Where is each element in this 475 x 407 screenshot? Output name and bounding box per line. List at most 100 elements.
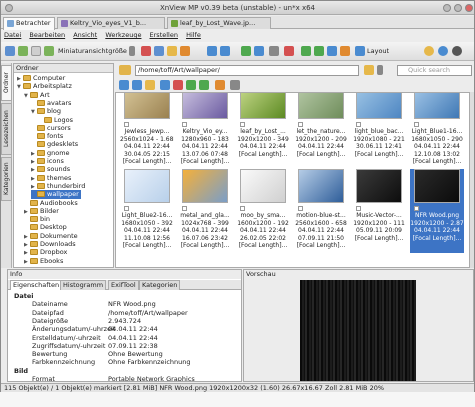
forward-icon[interactable] [132, 80, 142, 90]
select-checkbox[interactable] [356, 122, 361, 127]
path-input[interactable]: /home/toff/Art/wallpaper/ [135, 65, 359, 76]
thumbnail-size-label[interactable]: Miniaturansichtgröße [58, 47, 127, 55]
thumbnail-item[interactable]: Light_Blue1-16... 1680x1050 - 290 04.04.11… [410, 93, 464, 169]
thumbnail-image[interactable] [124, 93, 170, 119]
thumbnail-image[interactable] [356, 93, 402, 119]
thumbnail-item[interactable]: metal_and_gla... 1024x768 - 399 04.04.11 2… [178, 169, 232, 253]
select-checkbox[interactable] [414, 122, 419, 127]
refresh-icon[interactable] [18, 46, 28, 56]
tab-exiftool[interactable]: ExifTool [108, 280, 139, 290]
info-icon[interactable] [452, 46, 462, 56]
compare-icon[interactable] [327, 46, 337, 56]
quick-search-input[interactable]: Quick search [397, 65, 472, 76]
thumbnail-item[interactable]: light_blue_bac... 1920x1080 - 221 30.06.11… [352, 93, 406, 169]
select-checkbox[interactable] [356, 206, 361, 211]
rating-icon[interactable] [215, 80, 225, 90]
thumbnail-item[interactable]: motion-blue-st... 2560x1600 - 658 04.04.11… [294, 169, 348, 253]
select-checkbox[interactable] [298, 122, 303, 127]
sort-icon[interactable] [154, 46, 164, 56]
thumbnail-item[interactable]: moo_by_sma... 1600x1200 - 192 04.04.11 22:… [236, 169, 290, 253]
thumbnail-image[interactable] [298, 169, 344, 203]
dropdown-icon[interactable] [129, 46, 135, 56]
menu-werkzeuge[interactable]: Werkzeuge [105, 31, 141, 39]
convert-icon[interactable] [241, 46, 251, 56]
select-checkbox[interactable] [124, 206, 129, 211]
fullscreen-icon[interactable] [180, 46, 190, 56]
select-checkbox[interactable] [240, 122, 245, 127]
label-icon[interactable] [199, 80, 209, 90]
thumbnail-image[interactable] [124, 169, 170, 203]
thumbnail-item[interactable]: let_the_nature... 1920x1200 - 209 04.04.11… [294, 93, 348, 169]
tab-keltry[interactable]: Keltry_Vio_eyes_V1_b... [57, 17, 165, 29]
thumbnail-image[interactable] [240, 169, 286, 203]
open-with-icon[interactable] [301, 46, 311, 56]
copy-icon[interactable] [160, 80, 170, 90]
folder-icon[interactable] [119, 65, 131, 75]
tag-icon[interactable] [186, 80, 196, 90]
settings-icon[interactable] [438, 46, 448, 56]
thumbnail-item[interactable]: NFR Wood.png 1920x1200 - 2.87 04.04.11 22:… [410, 169, 464, 253]
toolbar: Miniaturansichtgröße Layout [1, 42, 474, 61]
layout-button[interactable]: Layout [367, 47, 389, 55]
menu-hilfe[interactable]: Hilfe [186, 31, 201, 39]
tab-kategorien[interactable]: Kategorien [139, 280, 181, 290]
back-icon[interactable] [119, 80, 129, 90]
side-tab-lesezeichen[interactable]: Lesezeichen [1, 103, 12, 155]
filter-icon[interactable] [141, 46, 151, 56]
print-icon[interactable] [269, 46, 279, 56]
tab-leaf[interactable]: leaf_by_Lost_Wave.jp... [167, 17, 271, 29]
rotate-left-icon[interactable] [207, 46, 217, 56]
side-tab-ordner[interactable]: Ordner [1, 65, 12, 101]
preview-image[interactable] [300, 280, 416, 381]
tag-icon[interactable] [44, 46, 54, 56]
menu-bearbeiten[interactable]: Bearbeiten [29, 31, 65, 39]
capture-icon[interactable] [355, 46, 365, 56]
select-icon[interactable] [230, 80, 240, 90]
maximize-icon[interactable] [454, 4, 462, 12]
thumbnail-item[interactable]: Music-Vector-... 1920x1200 - 111 05.09.11 … [352, 169, 406, 253]
minimize-icon[interactable] [443, 4, 451, 12]
thumbnail-image[interactable] [414, 169, 460, 203]
folder-label: fonts [47, 132, 64, 141]
share-icon[interactable] [314, 46, 324, 56]
help-icon[interactable] [424, 46, 434, 56]
thumbnail-item[interactable]: leaf_by_Lost_... 1920x1200 - 349 04.04.11 … [236, 93, 290, 169]
window-menu-icon[interactable] [5, 4, 13, 12]
history-dropdown-icon[interactable] [377, 65, 383, 75]
thumbnail-item[interactable]: Jewless_Jewp... 2560x1024 - 1.68M 04.04.11… [120, 93, 174, 169]
delete-icon[interactable] [284, 46, 294, 56]
thumbnail-image[interactable] [182, 93, 228, 119]
rotate-right-icon[interactable] [220, 46, 230, 56]
select-checkbox[interactable] [414, 206, 419, 211]
move-icon[interactable] [173, 80, 183, 90]
close-icon[interactable] [465, 4, 473, 12]
side-tab-kategorien[interactable]: Kategorien [1, 157, 12, 201]
thumbnail-image[interactable] [356, 169, 402, 203]
thumbnail-scrollbar[interactable] [470, 92, 474, 268]
parent-folder-icon[interactable] [145, 80, 155, 90]
tab-eigenschaften[interactable]: Eigenschaften [10, 280, 63, 290]
batch-icon[interactable] [254, 46, 264, 56]
slideshow-icon[interactable] [167, 46, 177, 56]
select-checkbox[interactable] [240, 206, 245, 211]
select-checkbox[interactable] [182, 122, 187, 127]
thumbnail-item[interactable]: Keltry_Vio_ey... 1280x960 - 183 04.04.11 2… [178, 93, 232, 169]
browser-mode-icon[interactable] [5, 46, 15, 56]
folder-tree-item[interactable]: ▶ Ebooks [24, 257, 63, 266]
menu-erstellen[interactable]: Erstellen [150, 31, 178, 39]
tab-histogramm[interactable]: Histogramm [60, 280, 107, 290]
thumbnail-item[interactable]: Light_Blue2-16... 1680x1050 - 392 04.04.11… [120, 169, 174, 253]
select-checkbox[interactable] [298, 206, 303, 211]
thumbnail-image[interactable] [298, 93, 344, 119]
thumbnail-image[interactable] [182, 169, 228, 203]
thumbnail-image[interactable] [240, 93, 286, 119]
menu-datei[interactable]: Datei [4, 31, 21, 39]
edit-icon[interactable] [340, 46, 350, 56]
thumbnail-image[interactable] [414, 93, 460, 119]
select-checkbox[interactable] [182, 206, 187, 211]
view-mode-icon[interactable] [31, 46, 41, 56]
select-checkbox[interactable] [124, 122, 129, 127]
tab-betrachter[interactable]: Betrachter [3, 17, 55, 30]
menu-ansicht[interactable]: Ansicht [73, 31, 97, 39]
bookmark-star-icon[interactable] [364, 65, 374, 75]
